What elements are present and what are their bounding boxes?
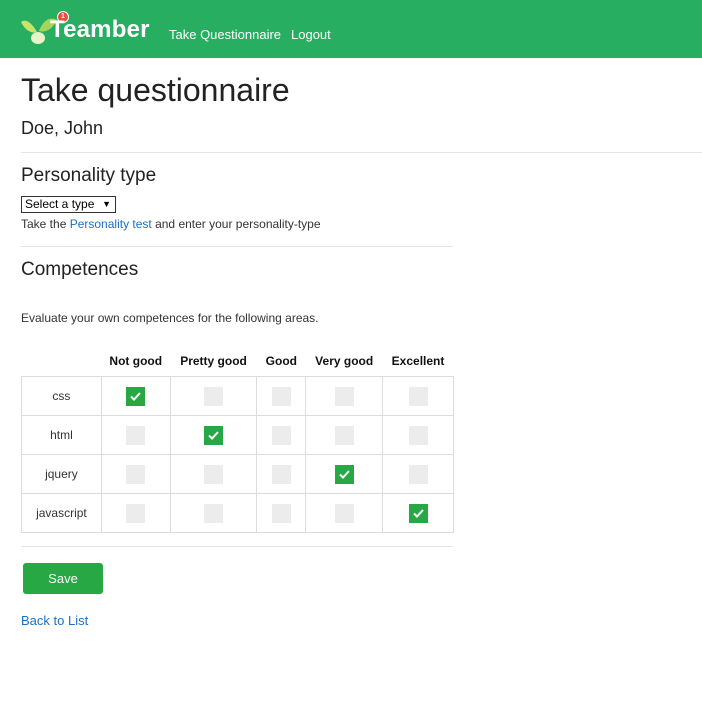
column-header: Very good xyxy=(315,354,374,368)
table-row: html xyxy=(21,415,454,455)
competence-label: html xyxy=(21,415,102,455)
rating-cell xyxy=(256,493,307,533)
table-header-row: Not good Pretty good Good Very good Exce… xyxy=(22,346,454,377)
personality-heading: Personality type xyxy=(21,165,157,186)
rating-cell xyxy=(305,454,384,494)
rating-cell xyxy=(169,493,258,533)
rating-cell xyxy=(169,376,258,416)
select-value: Select a type xyxy=(25,197,95,211)
rating-cell xyxy=(100,493,171,533)
brand-name: Teamber xyxy=(50,16,150,43)
rating-checkbox[interactable] xyxy=(271,425,291,445)
table-row: javascript xyxy=(21,493,454,533)
column-header: Pretty good xyxy=(180,354,247,368)
page-title: Take questionnaire xyxy=(21,72,290,108)
competence-label: jquery xyxy=(21,454,102,494)
rating-checkbox[interactable] xyxy=(126,425,146,445)
rating-checkbox[interactable] xyxy=(334,386,354,406)
table-row: css xyxy=(21,376,454,416)
nav-take-questionnaire[interactable]: Take Questionnaire xyxy=(169,27,281,42)
dropdown-arrow-icon: ▼ xyxy=(102,199,111,209)
rating-checkbox[interactable] xyxy=(271,464,291,484)
rating-checkbox[interactable] xyxy=(334,425,354,445)
divider xyxy=(21,246,453,247)
rating-checkbox[interactable] xyxy=(204,503,224,523)
nav-logout[interactable]: Logout xyxy=(291,27,331,42)
competence-table: Not good Pretty good Good Very good Exce… xyxy=(21,346,454,533)
rating-checkbox[interactable] xyxy=(204,386,224,406)
personality-type-select[interactable]: Select a type ▼ xyxy=(21,196,116,213)
rating-cell xyxy=(305,376,384,416)
competences-heading: Competences xyxy=(21,259,139,280)
rating-cell xyxy=(169,454,258,494)
competences-intro: Evaluate your own competences for the fo… xyxy=(21,311,319,325)
column-header: Excellent xyxy=(391,354,445,368)
rating-cell xyxy=(305,493,384,533)
rating-checkbox-checked[interactable] xyxy=(334,464,354,484)
divider xyxy=(21,546,453,547)
rating-cell xyxy=(256,415,307,455)
check-icon xyxy=(130,391,141,401)
rating-cell xyxy=(382,493,454,533)
competence-label: javascript xyxy=(21,493,102,533)
rating-checkbox-checked[interactable] xyxy=(408,503,428,523)
rating-cell xyxy=(382,376,454,416)
rating-cell xyxy=(382,415,454,455)
rating-checkbox[interactable] xyxy=(126,464,146,484)
column-header: Not good xyxy=(109,354,163,368)
rating-checkbox-checked[interactable] xyxy=(204,425,224,445)
personality-test-link[interactable]: Personality test xyxy=(70,217,152,231)
rating-checkbox[interactable] xyxy=(204,464,224,484)
back-to-list-link[interactable]: Back to List xyxy=(21,613,88,628)
rating-checkbox[interactable] xyxy=(408,425,428,445)
personality-hint: Take the Personality test and enter your… xyxy=(21,217,321,231)
navbar: 1 Teamber Take Questionnaire Logout xyxy=(0,0,702,58)
rating-cell xyxy=(256,454,307,494)
hint-text-after: and enter your personality-type xyxy=(151,217,321,231)
rating-cell xyxy=(382,454,454,494)
rating-cell xyxy=(256,376,307,416)
rating-checkbox[interactable] xyxy=(334,503,354,523)
rating-cell xyxy=(100,415,171,455)
table-row: jquery xyxy=(21,454,454,494)
rating-checkbox-checked[interactable] xyxy=(126,386,146,406)
rating-cell xyxy=(100,454,171,494)
divider xyxy=(21,152,702,153)
rating-checkbox[interactable] xyxy=(408,386,428,406)
check-icon xyxy=(412,508,424,518)
rating-checkbox[interactable] xyxy=(408,464,428,484)
rating-checkbox[interactable] xyxy=(271,503,291,523)
rating-cell xyxy=(169,415,258,455)
hint-text-before: Take the xyxy=(21,217,70,231)
rating-cell xyxy=(305,415,384,455)
user-name: Doe, John xyxy=(21,118,104,138)
check-icon xyxy=(208,430,219,440)
column-header: Good xyxy=(265,354,297,368)
rating-checkbox[interactable] xyxy=(271,386,291,406)
competence-label: css xyxy=(21,376,102,416)
save-button[interactable]: Save xyxy=(23,563,103,594)
rating-checkbox[interactable] xyxy=(126,503,146,523)
header-empty xyxy=(22,346,102,377)
rating-cell xyxy=(100,376,171,416)
check-icon xyxy=(338,469,350,479)
